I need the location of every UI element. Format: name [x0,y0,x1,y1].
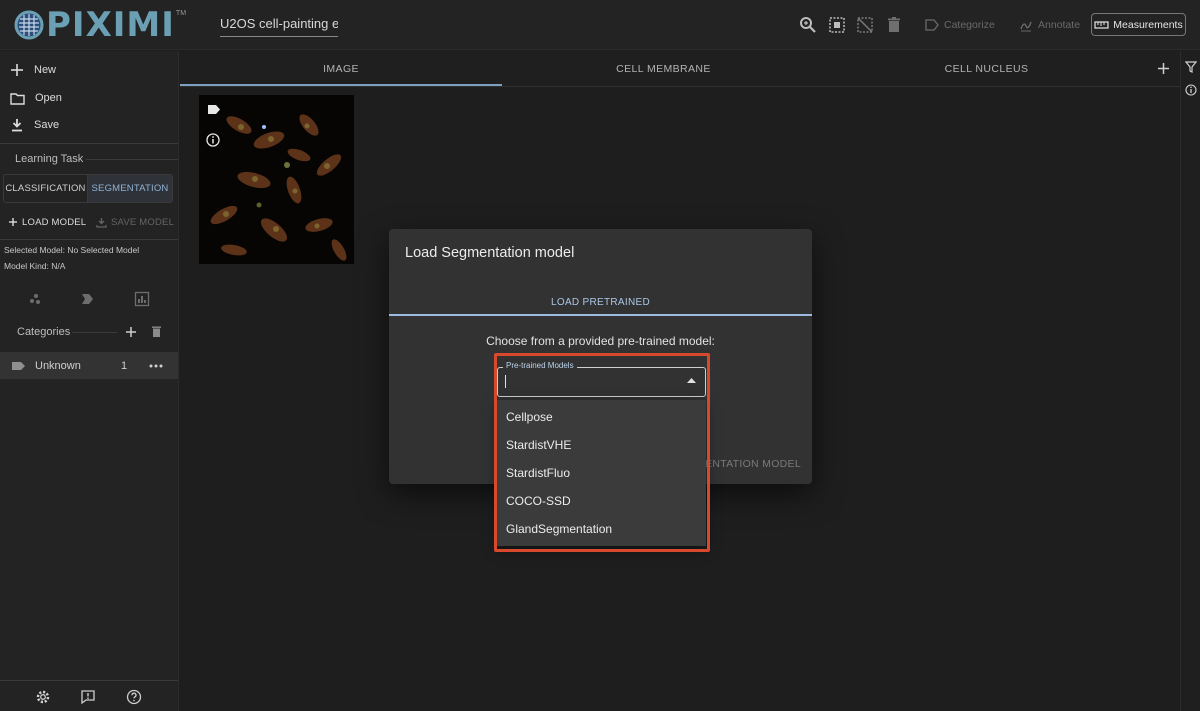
app-name: PIXIMI [46,5,175,45]
scatter-icon[interactable] [27,291,43,307]
help-icon[interactable] [126,689,142,705]
measurements-button[interactable]: Measurements [1091,13,1186,36]
categorize-label: Categorize [944,19,995,31]
trademark: TM [175,10,187,17]
tab-cell-nucleus[interactable]: CELL NUCLEUS [825,51,1148,86]
settings-gear-icon[interactable] [35,689,51,705]
feedback-icon[interactable] [80,689,96,705]
cell-image [199,95,354,264]
project-name-input[interactable]: U2OS cell-painting expe [220,13,338,37]
new-button[interactable]: New [10,60,56,80]
annotate-label: Annotate [1038,19,1081,31]
info-icon[interactable] [206,133,220,147]
select-all-icon[interactable] [827,15,847,35]
classification-toggle[interactable]: CLASSIFICATION [4,175,88,202]
dialog-prompt: Choose from a provided pre-trained model… [486,334,715,348]
measurements-label: Measurements [1113,18,1183,31]
plus-icon [9,218,17,226]
ruler-icon [1094,20,1109,29]
highlight-annotation-box [494,353,710,552]
divider [0,680,178,681]
save-label: Save [34,119,60,131]
deselect-icon[interactable] [855,15,875,35]
label-icon[interactable] [80,291,96,307]
zoom-icon[interactable] [798,15,818,35]
delete-category-icon[interactable] [151,325,162,338]
learning-task-toggle: CLASSIFICATION SEGMENTATION [3,174,173,203]
divider [0,239,178,240]
tab-load-pretrained[interactable]: LOAD PRETRAINED [389,290,812,314]
model-kind-text: Model Kind: N/A [4,261,66,271]
save-model-button[interactable]: SAVE MODEL [96,215,174,229]
category-item-unknown[interactable]: Unknown 1 [0,352,178,379]
save-model-label: SAVE MODEL [111,216,175,228]
category-count: 1 [121,359,128,372]
more-horiz-icon[interactable] [149,364,163,368]
info-icon[interactable] [1185,84,1197,96]
delete-icon[interactable] [884,15,904,35]
save-button[interactable]: Save [10,115,59,135]
image-thumbnail[interactable] [199,95,354,264]
selected-model-text: Selected Model: No Selected Model [4,245,140,255]
top-bar: PIXIMI TM U2OS cell-painting expe Catego… [0,0,1200,50]
open-segmentation-model-label: OPEN SEGMENTATION MODEL [695,458,801,470]
download-icon [12,119,22,132]
folder-icon [10,92,25,105]
label-icon[interactable] [207,104,221,115]
divider [86,159,178,160]
active-tab-indicator [180,84,502,86]
category-name: Unknown [35,359,81,372]
label-icon [12,361,25,370]
load-model-button[interactable]: LOAD MODEL [8,215,86,229]
tab-image[interactable]: IMAGE [180,51,502,86]
dialog-title: Load Segmentation model [405,245,575,261]
add-category-icon[interactable] [125,326,137,338]
label-icon [925,19,939,31]
segmentation-toggle[interactable]: SEGMENTATION [88,175,172,202]
new-label: New [34,64,57,76]
piximi-logo-icon [14,10,44,40]
open-button[interactable]: Open [10,88,62,108]
channel-tabs: IMAGE CELL MEMBRANE CELL NUCLEUS [180,51,1180,87]
divider [0,143,178,144]
learning-task-label: Learning Task [15,153,84,165]
open-label: Open [35,92,62,104]
add-tab-icon[interactable] [1157,62,1170,75]
load-model-label: LOAD MODEL [22,216,87,228]
tab-cell-membrane[interactable]: CELL MEMBRANE [502,51,825,86]
filter-icon[interactable] [1185,61,1197,73]
categories-label: Categories [17,326,71,338]
open-segmentation-model-button[interactable]: OPEN SEGMENTATION MODEL [695,458,801,470]
divider [72,332,117,333]
categorize-button[interactable]: Categorize [925,14,995,36]
sidebar: New Open Save Learning Task CLASSIFICATI… [0,51,179,711]
download-icon [96,217,107,228]
annotate-icon [1020,21,1032,32]
active-tab-indicator [389,314,812,316]
right-panel-strip [1180,51,1200,711]
bar-chart-icon[interactable] [134,291,150,307]
app-logo: PIXIMI TM [14,8,186,42]
plus-icon [11,64,23,76]
annotate-button[interactable]: Annotate [1019,14,1080,36]
